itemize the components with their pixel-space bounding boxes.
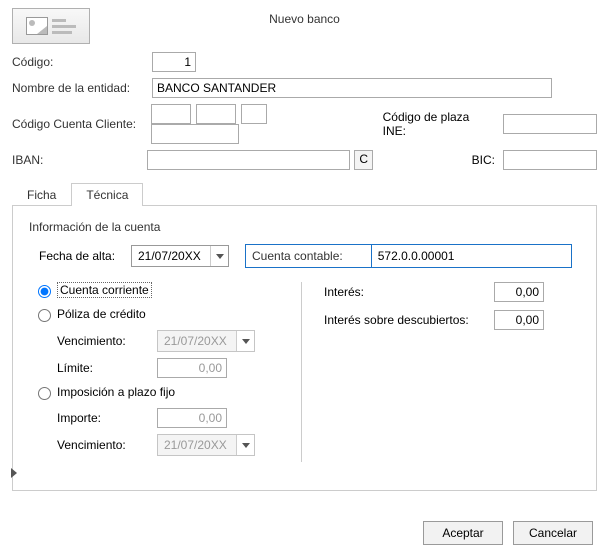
codigo-input[interactable] xyxy=(152,52,196,72)
plazo-fijo-radio[interactable] xyxy=(38,387,51,400)
dialog-title: Nuevo banco xyxy=(269,12,340,26)
entidad-input[interactable] xyxy=(152,78,552,98)
iban-calc-button[interactable]: C xyxy=(354,150,373,170)
fecha-alta-dropdown-icon[interactable] xyxy=(210,246,228,266)
cuenta-contable-field[interactable]: Cuenta contable: xyxy=(245,244,572,268)
vencimiento-1-label: Vencimiento: xyxy=(57,334,157,348)
interes-descubiertos-input[interactable] xyxy=(494,310,544,330)
plazo-fijo-label: Imposición a plazo fijo xyxy=(57,385,175,399)
poliza-credito-label: Póliza de crédito xyxy=(57,307,146,321)
vencimiento-1-input[interactable] xyxy=(158,331,236,351)
fecha-alta-label: Fecha de alta: xyxy=(39,249,131,263)
interes-descubiertos-label: Interés sobre descubiertos: xyxy=(324,313,494,327)
poliza-credito-radio[interactable] xyxy=(38,309,51,322)
bic-input[interactable] xyxy=(503,150,597,170)
row-indicator-icon xyxy=(11,468,17,478)
fecha-alta-input[interactable] xyxy=(132,246,210,266)
importe-input[interactable] xyxy=(157,408,227,428)
bic-label: BIC: xyxy=(373,153,495,167)
vencimiento-2-dropdown-icon[interactable] xyxy=(236,435,254,455)
importe-label: Importe: xyxy=(57,411,157,425)
ccc-label: Código Cuenta Cliente: xyxy=(12,117,151,131)
cuenta-corriente-label: Cuenta corriente xyxy=(57,282,152,298)
codigo-label: Código: xyxy=(12,55,152,69)
vencimiento-1-datepicker[interactable] xyxy=(157,330,255,352)
iban-label: IBAN: xyxy=(12,153,147,167)
interes-input[interactable] xyxy=(494,282,544,302)
tab-tecnica[interactable]: Técnica xyxy=(71,183,143,206)
aceptar-button[interactable]: Aceptar xyxy=(423,521,503,545)
limite-label: Límite: xyxy=(57,361,157,375)
ccc-input-2[interactable] xyxy=(196,104,236,124)
limite-input[interactable] xyxy=(157,358,227,378)
interes-label: Interés: xyxy=(324,285,494,299)
fecha-alta-datepicker[interactable] xyxy=(131,245,229,267)
iban-input[interactable] xyxy=(147,150,350,170)
tab-ficha[interactable]: Ficha xyxy=(12,183,71,206)
image-placeholder-button[interactable] xyxy=(12,8,90,44)
ine-input[interactable] xyxy=(503,114,597,134)
vencimiento-2-label: Vencimiento: xyxy=(57,438,157,452)
vencimiento-2-input[interactable] xyxy=(158,435,236,455)
section-title: Información de la cuenta xyxy=(29,220,580,234)
cuenta-contable-label: Cuenta contable: xyxy=(252,249,343,263)
cuenta-contable-input[interactable] xyxy=(371,245,571,267)
vencimiento-2-datepicker[interactable] xyxy=(157,434,255,456)
entidad-label: Nombre de la entidad: xyxy=(12,81,152,95)
cuenta-corriente-radio[interactable] xyxy=(38,285,51,298)
ccc-input-3[interactable] xyxy=(241,104,267,124)
vencimiento-1-dropdown-icon[interactable] xyxy=(236,331,254,351)
ccc-input-1[interactable] xyxy=(151,104,191,124)
ccc-input-4[interactable] xyxy=(151,124,239,144)
cancelar-button[interactable]: Cancelar xyxy=(513,521,593,545)
ine-label: Código de plaza INE: xyxy=(383,110,495,138)
